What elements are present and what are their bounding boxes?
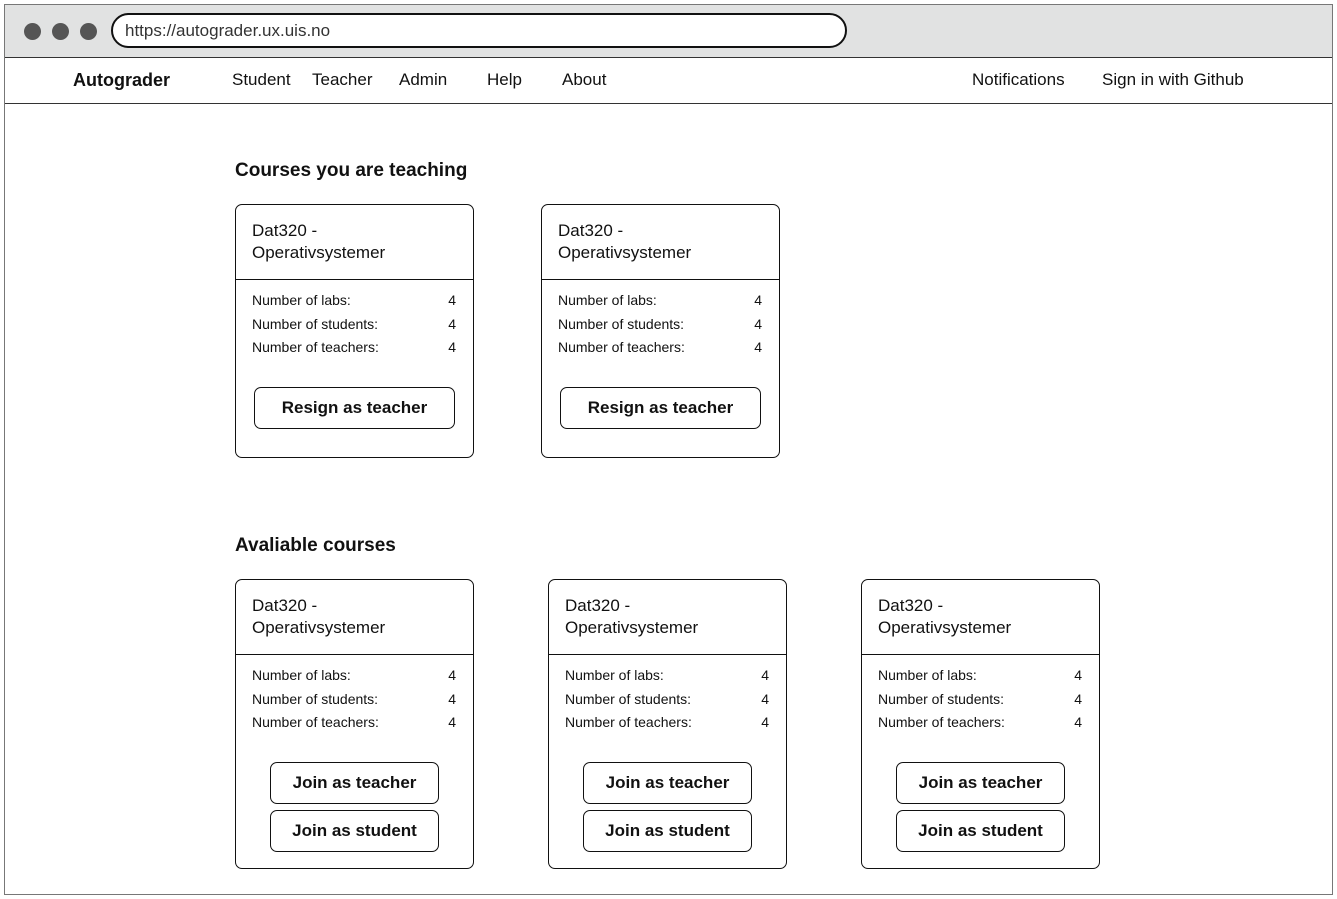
course-name: Operativsystemer bbox=[558, 243, 692, 262]
course-card: Dat320 - Operativsystemer Number of labs: 4… bbox=[861, 579, 1100, 869]
stat-row: Number of students: 4 bbox=[862, 689, 1099, 713]
stat-label: Number of students: bbox=[558, 315, 685, 332]
course-code: Dat320 - bbox=[252, 221, 318, 240]
stat-value: 4 bbox=[448, 339, 456, 355]
window-close-dot-icon[interactable] bbox=[24, 23, 41, 40]
course-code: Dat320 - bbox=[565, 596, 631, 615]
stat-value: 4 bbox=[1074, 714, 1082, 730]
stat-row: Number of teachers: 4 bbox=[549, 712, 786, 736]
nav-teacher[interactable]: Teacher bbox=[312, 70, 372, 90]
resign-as-teacher-button[interactable]: Resign as teacher bbox=[254, 387, 455, 429]
stat-label: Number of students: bbox=[252, 690, 379, 707]
course-card: Dat320 - Operativsystemer Number of labs: 4… bbox=[235, 204, 474, 458]
stat-value: 4 bbox=[761, 667, 769, 683]
course-title: Dat320 - Operativsystemer bbox=[542, 205, 779, 280]
stat-label: Number of students: bbox=[878, 690, 1005, 707]
stat-row: Number of students: 4 bbox=[236, 314, 473, 338]
stat-value: 4 bbox=[448, 315, 456, 332]
stat-row: Number of students: 4 bbox=[236, 689, 473, 713]
teaching-heading: Courses you are teaching bbox=[235, 160, 468, 181]
course-name: Operativsystemer bbox=[252, 243, 386, 262]
stat-label: Number of labs: bbox=[252, 667, 351, 683]
available-heading: Avaliable courses bbox=[235, 535, 396, 556]
window-minimize-dot-icon[interactable] bbox=[52, 23, 69, 40]
nav-student[interactable]: Student bbox=[232, 70, 291, 90]
stat-value: 4 bbox=[448, 292, 456, 308]
stat-label: Number of labs: bbox=[565, 667, 664, 683]
brand-logo[interactable]: Autograder bbox=[73, 70, 170, 91]
stat-row: Number of teachers: 4 bbox=[862, 712, 1099, 736]
stat-row: Number of teachers: 4 bbox=[236, 337, 473, 361]
course-card: Dat320 - Operativsystemer Number of labs: 4… bbox=[548, 579, 787, 869]
stat-value: 4 bbox=[448, 690, 456, 707]
address-bar[interactable]: https://autograder.ux.uis.no bbox=[111, 13, 847, 48]
stat-value: 4 bbox=[761, 690, 769, 707]
stat-label: Number of labs: bbox=[558, 292, 657, 308]
stat-row: Number of labs: 4 bbox=[236, 290, 473, 314]
stat-value: 4 bbox=[1074, 690, 1082, 707]
stat-value: 4 bbox=[1074, 667, 1082, 683]
stat-value: 4 bbox=[448, 714, 456, 730]
nav-help[interactable]: Help bbox=[487, 70, 522, 90]
stat-row: Number of teachers: 4 bbox=[236, 712, 473, 736]
course-card: Dat320 - Operativsystemer Number of labs: 4… bbox=[541, 204, 780, 458]
stat-row: Number of labs: 4 bbox=[862, 665, 1099, 689]
stat-row: Number of teachers: 4 bbox=[542, 337, 779, 361]
course-title: Dat320 - Operativsystemer bbox=[862, 580, 1099, 655]
stat-row: Number of students: 4 bbox=[549, 689, 786, 713]
stat-label: Number of teachers: bbox=[878, 714, 1005, 730]
window-maximize-dot-icon[interactable] bbox=[80, 23, 97, 40]
course-code: Dat320 - bbox=[558, 221, 624, 240]
course-title: Dat320 - Operativsystemer bbox=[236, 205, 473, 280]
course-title: Dat320 - Operativsystemer bbox=[236, 580, 473, 655]
course-code: Dat320 - bbox=[878, 596, 944, 615]
stat-label: Number of teachers: bbox=[558, 339, 685, 355]
stat-label: Number of teachers: bbox=[252, 714, 379, 730]
course-name: Operativsystemer bbox=[565, 618, 699, 637]
stat-value: 4 bbox=[754, 339, 762, 355]
stat-row: Number of labs: 4 bbox=[542, 290, 779, 314]
nav-admin[interactable]: Admin bbox=[399, 70, 447, 90]
stat-label: Number of labs: bbox=[252, 292, 351, 308]
stat-label: Number of teachers: bbox=[565, 714, 692, 730]
nav-about[interactable]: About bbox=[562, 70, 606, 90]
join-as-student-button[interactable]: Join as student bbox=[896, 810, 1065, 852]
stat-value: 4 bbox=[761, 714, 769, 730]
stat-value: 4 bbox=[754, 292, 762, 308]
stat-label: Number of students: bbox=[565, 690, 692, 707]
stat-label: Number of labs: bbox=[878, 667, 977, 683]
stat-value: 4 bbox=[448, 667, 456, 683]
sign-in-github-link[interactable]: Sign in with Github bbox=[1102, 70, 1244, 90]
join-as-teacher-button[interactable]: Join as teacher bbox=[270, 762, 439, 804]
stat-label: Number of teachers: bbox=[252, 339, 379, 355]
join-as-student-button[interactable]: Join as student bbox=[583, 810, 752, 852]
browser-toolbar: https://autograder.ux.uis.no bbox=[5, 5, 1332, 58]
stat-row: Number of students: 4 bbox=[542, 314, 779, 338]
course-code: Dat320 - bbox=[252, 596, 318, 615]
join-as-teacher-button[interactable]: Join as teacher bbox=[583, 762, 752, 804]
course-name: Operativsystemer bbox=[878, 618, 1012, 637]
stat-value: 4 bbox=[754, 315, 762, 332]
stat-row: Number of labs: 4 bbox=[549, 665, 786, 689]
join-as-student-button[interactable]: Join as student bbox=[270, 810, 439, 852]
nav-notifications[interactable]: Notifications bbox=[972, 70, 1065, 90]
top-navbar: Autograder Student Teacher Admin Help Ab… bbox=[5, 58, 1332, 104]
course-title: Dat320 - Operativsystemer bbox=[549, 580, 786, 655]
join-as-teacher-button[interactable]: Join as teacher bbox=[896, 762, 1065, 804]
stat-label: Number of students: bbox=[252, 315, 379, 332]
course-card: Dat320 - Operativsystemer Number of labs: 4… bbox=[235, 579, 474, 869]
stat-row: Number of labs: 4 bbox=[236, 665, 473, 689]
resign-as-teacher-button[interactable]: Resign as teacher bbox=[560, 387, 761, 429]
course-name: Operativsystemer bbox=[252, 618, 386, 637]
